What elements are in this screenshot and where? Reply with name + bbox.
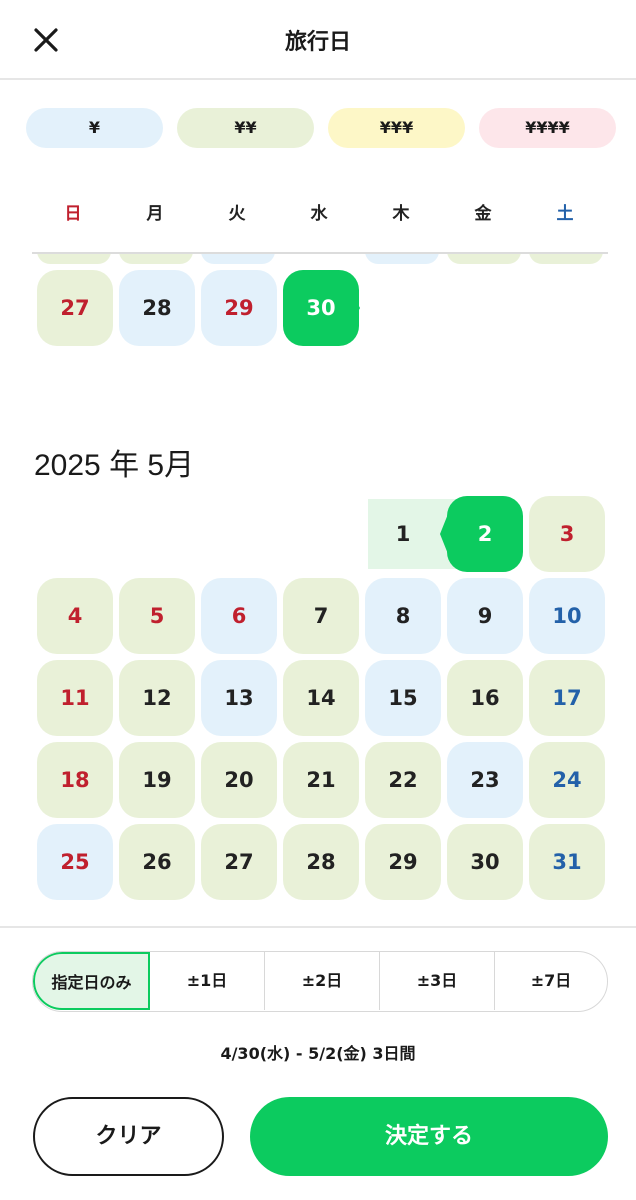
weekday-mon: 月: [146, 204, 164, 224]
day-cell-may-3[interactable]: 3: [529, 496, 605, 572]
day-cell-may-21[interactable]: 21: [283, 742, 359, 818]
day-cell-may-9[interactable]: 9: [447, 578, 523, 654]
price-legend-low: ¥: [26, 108, 163, 148]
price-legend-medium: ¥¥: [177, 108, 314, 148]
day-cell-may-11[interactable]: 11: [37, 660, 113, 736]
day-cell-may-14[interactable]: 14: [283, 660, 359, 736]
day-cell-may-6[interactable]: 6: [201, 578, 277, 654]
price-legend-high: ¥¥¥: [328, 108, 465, 148]
day-cell-may-26[interactable]: 26: [119, 824, 195, 900]
price-legend: ¥ ¥¥ ¥¥¥ ¥¥¥¥: [26, 108, 616, 148]
day-cell-may-22[interactable]: 22: [365, 742, 441, 818]
weekday-thu: 木: [392, 204, 410, 224]
day-cell-may-25[interactable]: 25: [37, 824, 113, 900]
flex-option-1-day[interactable]: ±1日: [150, 952, 265, 1010]
day-cell-may-17[interactable]: 17: [529, 660, 605, 736]
day-cell-may-16[interactable]: 16: [447, 660, 523, 736]
day-cell-partial: [365, 254, 439, 264]
flex-option-3-days[interactable]: ±3日: [380, 952, 495, 1010]
day-cell-apr-28[interactable]: 28: [119, 270, 195, 346]
flex-option-2-days[interactable]: ±2日: [265, 952, 380, 1010]
day-cell-may-24[interactable]: 24: [529, 742, 605, 818]
price-legend-very-high: ¥¥¥¥: [479, 108, 616, 148]
clear-button[interactable]: クリア: [33, 1097, 224, 1176]
date-flex-selector: 指定日のみ ±1日 ±2日 ±3日 ±7日: [32, 951, 608, 1012]
day-cell-may-27[interactable]: 27: [201, 824, 277, 900]
day-cell-partial: [37, 254, 111, 264]
day-cell-may-15[interactable]: 15: [365, 660, 441, 736]
weekday-tue: 火: [228, 204, 246, 224]
day-cell-may-4[interactable]: 4: [37, 578, 113, 654]
day-cell-may-1[interactable]: 1: [365, 496, 441, 572]
day-cell-partial: [201, 254, 275, 264]
page-title: 旅行日: [284, 30, 351, 55]
selected-range-summary: 4/30(水) - 5/2(金) 3日間: [220, 1044, 416, 1063]
weekday-fri: 金: [474, 204, 492, 224]
confirm-button[interactable]: 決定する: [250, 1097, 608, 1176]
divider: [0, 926, 636, 928]
day-cell-may-2-end[interactable]: 2: [447, 496, 523, 572]
day-cell-may-12[interactable]: 12: [119, 660, 195, 736]
day-cell-may-30[interactable]: 30: [447, 824, 523, 900]
day-cell-may-23[interactable]: 23: [447, 742, 523, 818]
day-cell-may-7[interactable]: 7: [283, 578, 359, 654]
flex-option-exact[interactable]: 指定日のみ: [33, 952, 150, 1010]
weekday-sat: 土: [556, 204, 574, 224]
day-cell-may-29[interactable]: 29: [365, 824, 441, 900]
calendar-scroll[interactable]: 27 28 29 30 2025 年 5月 1 2 3 4 5 6 7 8 9 …: [0, 254, 636, 926]
day-cell-may-28[interactable]: 28: [283, 824, 359, 900]
day-cell-may-19[interactable]: 19: [119, 742, 195, 818]
day-cell-apr-27[interactable]: 27: [37, 270, 113, 346]
day-cell-partial: [447, 254, 521, 264]
day-cell-may-8[interactable]: 8: [365, 578, 441, 654]
day-cell-may-13[interactable]: 13: [201, 660, 277, 736]
day-cell-may-18[interactable]: 18: [37, 742, 113, 818]
day-cell-may-31[interactable]: 31: [529, 824, 605, 900]
day-cell-apr-30-start[interactable]: 30: [283, 270, 359, 346]
day-cell-partial: [529, 254, 603, 264]
day-cell-may-10[interactable]: 10: [529, 578, 605, 654]
header: 旅行日: [0, 0, 636, 80]
flex-option-7-days[interactable]: ±7日: [495, 952, 607, 1010]
weekday-header: 日 月 火 水 木 金 土: [32, 196, 606, 232]
day-cell-may-20[interactable]: 20: [201, 742, 277, 818]
day-cell-apr-29[interactable]: 29: [201, 270, 277, 346]
weekday-wed: 水: [310, 204, 328, 224]
month-title: 2025 年 5月: [34, 449, 195, 482]
day-cell-partial: [119, 254, 193, 264]
day-cell-may-5[interactable]: 5: [119, 578, 195, 654]
weekday-sun: 日: [64, 204, 82, 224]
